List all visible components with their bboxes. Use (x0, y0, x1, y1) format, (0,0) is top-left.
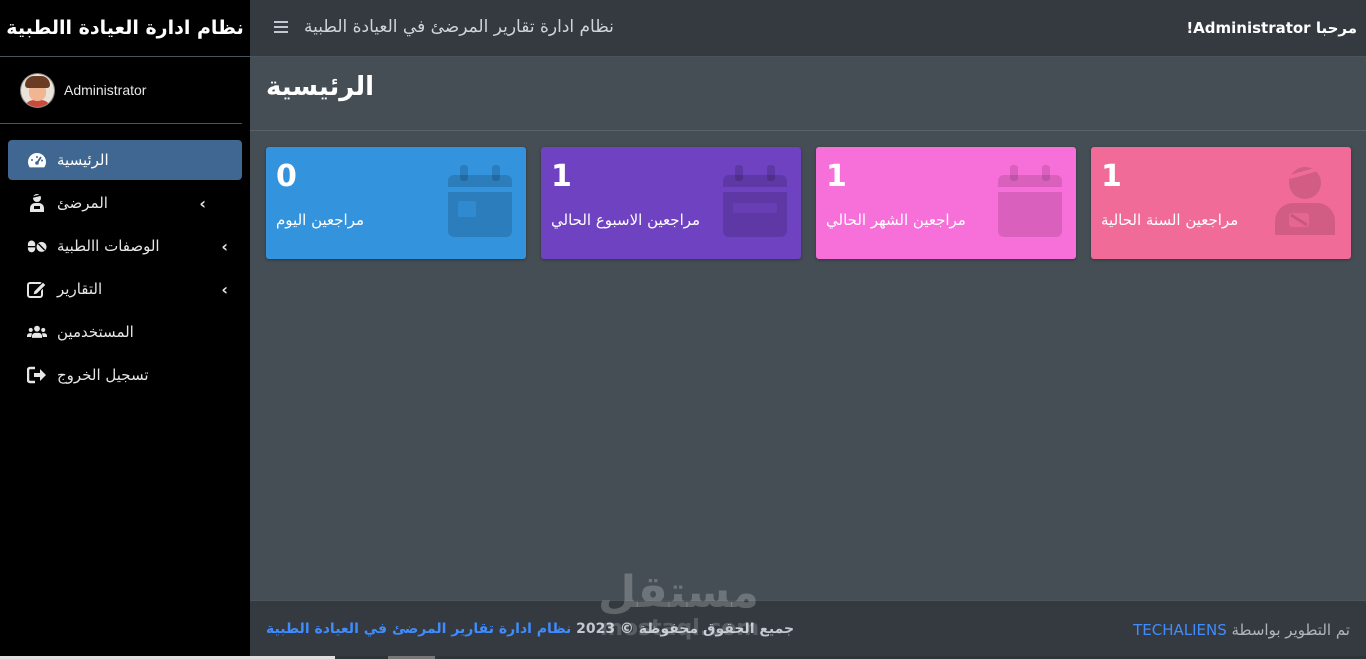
developer-prefix: تم التطوير بواسطة (1231, 621, 1350, 639)
sidebar-item-label: المرضئ (57, 194, 108, 212)
menu-toggle-icon[interactable] (274, 21, 288, 35)
stat-label: مراجعين اليوم (276, 211, 365, 229)
watermark-logo: مستقل (598, 567, 759, 618)
stat-value: 0 (276, 159, 297, 194)
chevron-left-icon[interactable]: ‹ (221, 237, 228, 256)
sidebar-item-label: الرئيسية (57, 151, 109, 169)
developer-credit: تم التطوير بواسطة TECHALIENS (1133, 621, 1350, 639)
calendar-week-icon (723, 165, 787, 237)
page-title: الرئيسية (266, 72, 375, 102)
copyright-link[interactable]: نظام ادارة تقارير المرضئ في العيادة الطب… (266, 621, 571, 637)
sidebar-item-prescriptions[interactable]: الوصفات االطبية ‹ (8, 226, 242, 266)
developer-link[interactable]: TECHALIENS (1133, 621, 1227, 639)
sidebar-item-label: تسجيل الخروج (57, 366, 149, 384)
stat-box-month[interactable]: 1 مراجعين الشهر الحالي (816, 147, 1076, 259)
edit-icon (27, 279, 47, 299)
footer: جميع الحقوق محفوظة © 2023 نظام ادارة تقا… (250, 600, 1366, 659)
stat-value: 1 (551, 159, 572, 194)
stat-label: مراجعين الاسبوع الحالي (551, 211, 701, 229)
divider (250, 130, 1366, 131)
sidebar-item-reports[interactable]: التقارير ‹ (8, 269, 242, 309)
stat-box-week[interactable]: 1 مراجعين الاسبوع الحالي (541, 147, 801, 259)
user-injured-icon (1275, 167, 1335, 235)
sidebar-item-patients[interactable]: المرضئ ‹ (8, 183, 242, 223)
brand-title[interactable]: نظام ادارة العيادة االطبية (0, 0, 250, 57)
sidebar-item-users[interactable]: المستخدمين (8, 312, 242, 352)
stat-box-today[interactable]: 0 مراجعين اليوم (266, 147, 526, 259)
avatar[interactable] (21, 73, 54, 107)
sidebar-nav: الرئيسية المرضئ ‹ الوصفات االطبية ‹ التق… (0, 124, 250, 395)
user-name[interactable]: Administrator (64, 82, 146, 98)
app-title: نظام ادارة تقارير المرضئ في العيادة الطب… (304, 17, 614, 37)
calendar-day-icon (448, 165, 512, 237)
chevron-left-icon[interactable]: ‹ (199, 194, 206, 213)
stat-value: 1 (826, 159, 847, 194)
sidebar: نظام ادارة العيادة االطبية Administrator… (0, 0, 250, 659)
stat-value: 1 (1101, 159, 1122, 194)
top-navbar: نظام ادارة تقارير المرضئ في العيادة الطب… (250, 0, 1366, 57)
sidebar-item-logout[interactable]: تسجيل الخروج (8, 355, 242, 395)
chevron-left-icon[interactable]: ‹ (221, 280, 228, 299)
sidebar-item-label: الوصفات االطبية (57, 237, 160, 255)
stat-label: مراجعين الشهر الحالي (826, 211, 966, 229)
watermark-url: mostaql.com (600, 616, 760, 641)
user-panel: Administrator (0, 57, 242, 124)
sidebar-item-label: المستخدمين (57, 323, 134, 341)
user-injured-icon (27, 193, 47, 213)
sign-out-icon (27, 365, 47, 385)
calendar-icon (998, 165, 1062, 237)
welcome-text: !Administrator مرحبا (1186, 19, 1357, 37)
sidebar-item-label: التقارير (57, 280, 103, 298)
stat-label: مراجعين السنة الحالية (1101, 211, 1239, 229)
stat-box-year[interactable]: 1 مراجعين السنة الحالية (1091, 147, 1351, 259)
pills-icon (27, 236, 47, 256)
sidebar-item-home[interactable]: الرئيسية (8, 140, 242, 180)
users-icon (27, 322, 47, 342)
tachometer-icon (27, 150, 47, 170)
